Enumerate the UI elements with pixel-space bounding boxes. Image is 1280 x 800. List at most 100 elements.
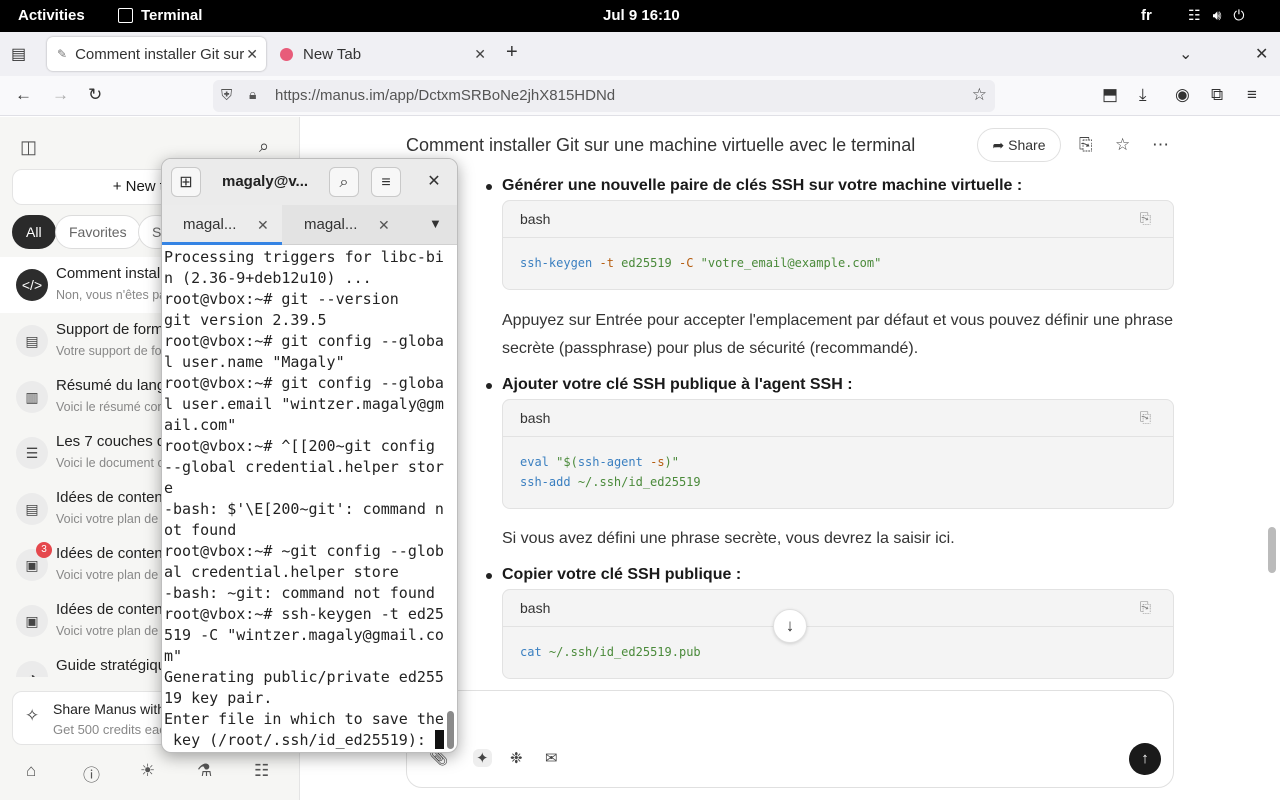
code-content[interactable]: cat ~/.ssh/id_ed25519.pub (520, 642, 701, 662)
flask-icon[interactable]: ⚗ (197, 761, 212, 781)
task-document-icon: ▤ (16, 325, 48, 357)
filter-chip-favorites[interactable]: Favorites (55, 215, 141, 249)
app-menu-label: Terminal (141, 7, 203, 24)
terminal-tab[interactable]: magal... ✕ (283, 205, 403, 245)
task-preview: Voici votre plan de (56, 512, 159, 526)
bullet (486, 573, 492, 579)
pocket-icon[interactable]: ⬒ (1102, 85, 1118, 105)
terminal-line: root@vbox:~# git config --globa (164, 332, 444, 350)
list-tabs-chevron-icon[interactable]: ⌄ (1179, 44, 1192, 64)
system-tray[interactable]: ☷ 🔊︎ ⏻ (1188, 7, 1244, 24)
terminal-line: n (2.36-9+deb12u10) ... (164, 269, 372, 287)
search-icon: ⌕ (339, 174, 349, 191)
code-content[interactable]: eval "$(ssh-agent -s)" ssh-add ~/.ssh/id… (520, 452, 701, 492)
new-terminal-tab-button[interactable]: ⊞ (171, 167, 201, 197)
page-scrollbar[interactable] (1268, 527, 1276, 573)
system-top-bar: Activities Terminal Jul 9 16:10 fr ☷ 🔊︎ … (0, 0, 1280, 32)
close-window-icon[interactable]: ✕ (1255, 44, 1268, 64)
task-preview: Votre support de for (56, 344, 166, 358)
terminal-line: m" (164, 647, 183, 665)
code-language: bash (520, 410, 551, 426)
home-icon[interactable]: ⌂ (26, 761, 36, 781)
downloads-icon[interactable]: ⤓ (1139, 85, 1147, 105)
close-tab-icon[interactable]: ✕ (378, 205, 390, 245)
terminal-output[interactable]: Processing triggers for libc-bi n (2.36-9… (164, 247, 444, 752)
terminal-search-button[interactable]: ⌕ (329, 167, 359, 197)
shield-icon[interactable]: ⛨ (221, 87, 232, 104)
favorite-star-icon[interactable]: ☆ (1115, 135, 1130, 155)
code-block: bash ⎘ eval "$(ssh-agent -s)" ssh-add ~/… (502, 399, 1174, 509)
message-input-box[interactable]: 📎︎ ✦ ❉ ✉ ↑ (406, 690, 1174, 788)
keyboard-layout[interactable]: fr (1141, 7, 1152, 24)
plus-icon: + (112, 178, 126, 195)
settings-sliders-icon[interactable]: ☷ (254, 761, 269, 781)
scroll-down-button[interactable]: ↓ (773, 609, 807, 643)
extensions-icon[interactable]: ⧉ (1211, 85, 1223, 105)
task-title: Idées de contenu (56, 601, 172, 618)
lightbulb-icon[interactable]: ☀ (140, 761, 155, 781)
search-icon[interactable]: ⌕ (259, 136, 269, 157)
task-title: Guide stratégique (56, 657, 175, 674)
terminal-line: -bash: ~git: command not found (164, 584, 435, 602)
terminal-close-button[interactable]: ✕ (419, 167, 449, 197)
back-arrow-icon[interactable]: ← (15, 85, 32, 105)
forward-arrow-icon[interactable]: → (52, 85, 69, 105)
step-heading: Copier votre clé SSH publique : (502, 566, 742, 583)
task-title: Idées de contenu (56, 545, 172, 562)
terminal-tab-active[interactable]: magal... ✕ (162, 205, 282, 245)
terminal-line: root@vbox:~# git --version (164, 290, 399, 308)
tab-new[interactable]: New Tab ✕ (270, 37, 494, 71)
clock[interactable]: Jul 9 16:10 (603, 7, 680, 24)
app-menu[interactable]: Terminal (118, 7, 202, 24)
firefox-icon (280, 47, 293, 61)
close-tab-icon[interactable]: ✕ (474, 46, 486, 63)
filter-chip-all[interactable]: All (12, 215, 56, 249)
url-text[interactable]: https://manus.im/app/DctxmSRBoNe2jhX815H… (275, 87, 615, 104)
activities-button[interactable]: Activities (18, 7, 85, 24)
tab-active[interactable]: ✎ Comment installer Git sur ✕ (47, 37, 266, 71)
menu-hamburger-icon: ≡ (381, 174, 391, 191)
help-icon[interactable]: ⓘ (83, 761, 100, 786)
terminal-scrollbar[interactable] (447, 711, 454, 749)
menu-hamburger-icon[interactable]: ≡ (1247, 85, 1257, 105)
terminal-header[interactable]: ⊞ magaly@v... ⌕ ≡ ✕ (162, 159, 457, 205)
bookmark-star-icon[interactable]: ☆ (972, 85, 987, 105)
tab-list-dropdown-icon[interactable]: ▼ (429, 216, 442, 231)
lock-icon[interactable]: 🔒︎ (249, 86, 256, 103)
chat-icon[interactable]: ✉ (545, 749, 558, 767)
terminal-window[interactable]: ⊞ magaly@v... ⌕ ≡ ✕ magal... ✕ magal... ✕ … (161, 158, 458, 753)
task-briefcase-icon: ▣ (16, 605, 48, 637)
copy-icon[interactable]: ⎘ (1140, 210, 1151, 227)
account-icon[interactable]: ◉ (1175, 85, 1190, 105)
terminal-cursor (434, 730, 444, 749)
terminal-line: l user.name "Magaly" (164, 353, 345, 371)
integrations-icon[interactable]: ❉ (510, 749, 523, 767)
task-title: Les 7 couches du (56, 433, 174, 450)
toggle-sidebar-icon[interactable]: ◫ (20, 137, 37, 158)
terminal-menu-button[interactable]: ≡ (371, 167, 401, 197)
copy-icon[interactable]: ⎘ (1140, 409, 1151, 426)
task-preview: Voici votre plan de (56, 624, 159, 638)
send-button[interactable]: ↑ (1129, 743, 1161, 775)
terminal-line: -bash: $'\E[200~git': command n (164, 500, 444, 518)
reload-icon[interactable]: ↻ (88, 85, 102, 105)
paragraph: Appuyez sur Entrée pour accepter l'empla… (502, 312, 1174, 357)
step-heading: Ajouter votre clé SSH publique à l'agent… (502, 376, 853, 393)
code-content[interactable]: ssh-keygen -t ed25519 -C "votre_email@ex… (520, 253, 881, 273)
share-card-subtitle: Get 500 credits eac (53, 722, 166, 737)
code-block: bash ⎘ ssh-keygen -t ed25519 -C "votre_e… (502, 200, 1174, 290)
terminal-tab-label: magal... (304, 216, 358, 233)
more-options-icon[interactable]: ⋯ (1152, 135, 1169, 155)
terminal-line: root@vbox:~# ssh-keygen -t ed25 (164, 605, 444, 623)
new-tab-plus-icon[interactable]: + (506, 41, 518, 64)
copy-icon[interactable]: ⎘ (1140, 599, 1151, 616)
url-bar[interactable]: ⛨ 🔒︎ https://manus.im/app/DctxmSRBoNe2jh… (213, 80, 995, 112)
step-heading: Générer une nouvelle paire de clés SSH s… (502, 177, 1023, 194)
close-tab-icon[interactable]: ✕ (246, 46, 258, 63)
tab-manager-icon[interactable]: ▤ (11, 44, 26, 64)
close-tab-icon[interactable]: ✕ (257, 205, 269, 245)
share-button[interactable]: ➦ Share (977, 128, 1061, 162)
agent-mode-icon[interactable]: ✦ (473, 749, 492, 767)
document-icon[interactable]: ⎘ (1079, 135, 1093, 155)
terminal-line: Processing triggers for libc-bi (164, 248, 444, 266)
